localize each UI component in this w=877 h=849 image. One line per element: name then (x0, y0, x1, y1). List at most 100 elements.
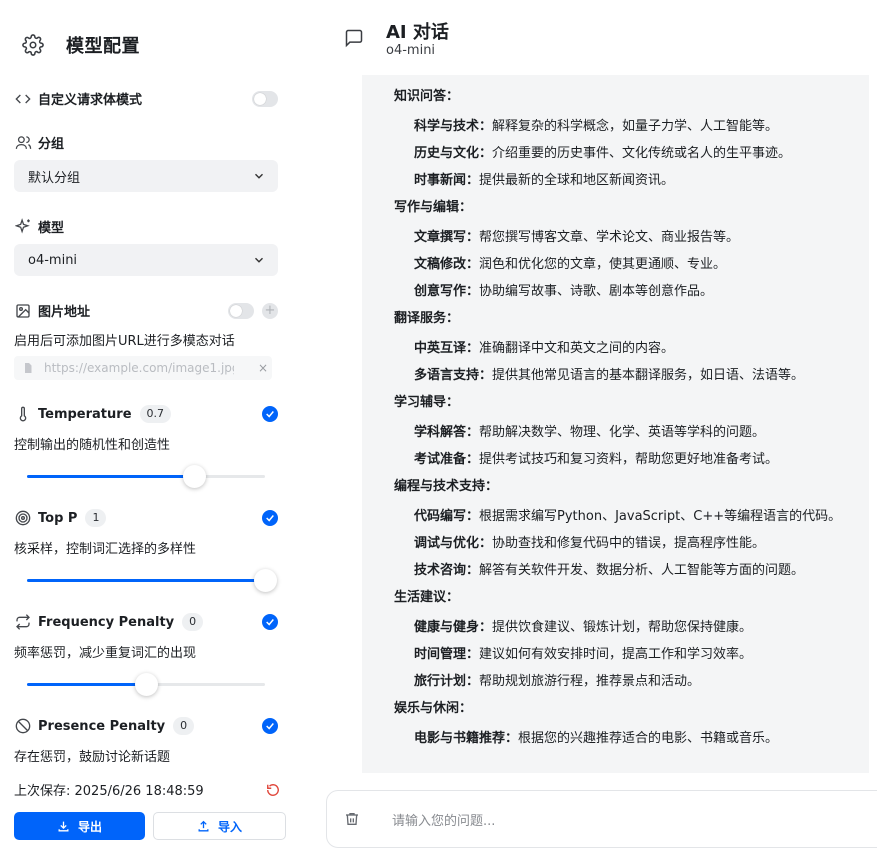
group-select[interactable]: 默认分组 (14, 160, 278, 192)
model-select-value: o4-mini (28, 252, 78, 268)
group-select-value: 默认分组 (28, 170, 81, 186)
model-label: 模型 (38, 221, 65, 236)
frequency-penalty-enabled-check[interactable] (262, 614, 278, 630)
list-item-key: 时间管理： (414, 647, 480, 662)
list-item-text: 帮您撰写博客文章、学术论文、商业报告等。 (479, 230, 740, 245)
list-item: 调试与优化：协助查找和修复代码中的错误，提高程序性能。 (394, 534, 869, 561)
list-item-key: 中英互译： (414, 341, 480, 356)
download-icon (57, 820, 70, 833)
model-select[interactable]: o4-mini (14, 244, 278, 276)
list-item: 电影与书籍推荐：根据您的兴趣推荐适合的电影、书籍或音乐。 (394, 729, 869, 756)
list-item-key: 调试与优化： (414, 536, 493, 551)
file-icon (22, 362, 34, 374)
trash-icon[interactable] (344, 810, 360, 828)
upload-icon (197, 820, 210, 833)
list-item: 考试准备：提供考试技巧和复习资料，帮助您更好地准备考试。 (394, 450, 869, 477)
list-item: 代码编写：根据需求编写Python、JavaScript、C++等编程语言的代码… (394, 507, 869, 534)
section-title: 娱乐与休闲： (394, 701, 473, 716)
list-item-key: 创意写作： (414, 284, 480, 299)
list-item-text: 协助查找和修复代码中的错误，提高程序性能。 (492, 536, 766, 551)
section-title: 编程与技术支持： (394, 479, 499, 494)
custom-body-label: 自定义请求体模式 (38, 93, 143, 108)
temperature-label: Temperature (38, 406, 132, 422)
image-url-label: 图片地址 (38, 305, 91, 320)
chat-input[interactable]: 请输入您的问题... (392, 810, 495, 829)
image-url-row: 图片地址 + (14, 301, 278, 320)
frequency-penalty-desc: 频率惩罚，减少重复词汇的出现 (14, 646, 197, 661)
assistant-message: 知识问答： 科学与技术：解释复杂的科学概念，如量子力学、人工智能等。 历史与文化：介… (362, 75, 869, 773)
section-title: 翻译服务： (394, 311, 460, 326)
list-item: 学科解答：帮助解决数学、物理、化学、英语等学科的问题。 (394, 423, 869, 450)
temperature-slider[interactable] (27, 465, 265, 488)
presence-penalty-row: Presence Penalty 0 (14, 717, 278, 735)
top-p-enabled-check[interactable] (262, 510, 278, 526)
presence-penalty-label: Presence Penalty (38, 718, 166, 734)
temperature-enabled-check[interactable] (262, 406, 278, 422)
frequency-penalty-value-badge: 0 (182, 613, 204, 631)
list-item: 时间管理：建议如何有效安排时间，提高工作和学习效率。 (394, 645, 869, 672)
list-item: 历史与文化：介绍重要的历史事件、文化传统或名人的生平事迹。 (394, 144, 869, 171)
list-item-text: 润色和优化您的文章，使其更通顺、专业。 (479, 257, 727, 272)
top-p-label: Top P (38, 510, 78, 526)
chat-model-name: o4-mini (386, 43, 436, 58)
group-label: 分组 (38, 137, 65, 152)
image-url-toggle[interactable] (228, 302, 254, 319)
export-label: 导出 (77, 819, 102, 834)
image-url-desc: 启用后可添加图片URL进行多模态对话 (14, 334, 235, 349)
top-p-desc: 核采样，控制词汇选择的多样性 (14, 542, 197, 557)
frequency-penalty-slider[interactable] (27, 673, 265, 696)
gear-icon (22, 34, 44, 56)
ban-icon (14, 717, 32, 735)
list-item: 技术咨询：解答有关软件开发、数据分析、人工智能等方面的问题。 (394, 561, 869, 588)
message-square-icon (344, 28, 364, 48)
import-button[interactable]: 导入 (153, 812, 286, 840)
slider-fill (27, 683, 146, 686)
section-title: 知识问答： (394, 89, 460, 104)
slider-fill (27, 579, 265, 582)
slider-fill (27, 475, 194, 478)
thermometer-icon (14, 405, 32, 423)
list-item: 健康与健身：提供饮食建议、锻炼计划，帮助您保持健康。 (394, 618, 869, 645)
frequency-penalty-row: Frequency Penalty 0 (14, 613, 278, 631)
export-button[interactable]: 导出 (14, 812, 145, 840)
list-item-key: 旅行计划： (414, 674, 480, 689)
presence-penalty-enabled-check[interactable] (262, 718, 278, 734)
list-item-key: 时事新闻： (414, 173, 480, 188)
list-item-key: 学科解答： (414, 425, 480, 440)
add-image-button[interactable]: + (262, 302, 278, 319)
slider-handle[interactable] (182, 465, 206, 488)
list-item-text: 根据需求编写Python、JavaScript、C++等编程语言的代码。 (479, 509, 842, 524)
list-item-text: 提供饮食建议、锻炼计划，帮助您保持健康。 (492, 620, 753, 635)
code-icon (14, 90, 32, 108)
presence-penalty-desc: 存在惩罚，鼓励讨论新话题 (14, 750, 171, 765)
list-item-text: 帮助规划旅游行程，推荐景点和活动。 (479, 674, 701, 689)
chevron-down-icon (252, 253, 266, 267)
list-item-text: 解释复杂的科学概念，如量子力学、人工智能等。 (492, 119, 779, 134)
slider-handle[interactable] (135, 673, 158, 696)
custom-body-toggle[interactable] (252, 90, 278, 107)
slider-handle[interactable] (254, 569, 277, 592)
list-item-text: 建议如何有效安排时间，提高工作和学习效率。 (479, 647, 753, 662)
top-p-slider[interactable] (27, 569, 277, 592)
image-url-placeholder: https://example.com/image1.jpg (44, 361, 234, 375)
temperature-desc: 控制输出的随机性和创造性 (14, 438, 171, 453)
temperature-row: Temperature 0.7 (14, 405, 278, 423)
image-url-input[interactable]: https://example.com/image1.jpg × (14, 356, 272, 380)
list-item-text: 介绍重要的历史事件、文化传统或名人的生平事迹。 (492, 146, 792, 161)
section-title: 生活建议： (394, 590, 460, 605)
list-item: 创意写作：协助编写故事、诗歌、剧本等创意作品。 (394, 282, 869, 309)
panel-header: 模型配置 (22, 32, 140, 58)
list-item-key: 历史与文化： (414, 146, 493, 161)
list-item-key: 多语言支持： (414, 368, 493, 383)
top-p-row: Top P 1 (14, 509, 278, 527)
group-row: 分组 (14, 133, 278, 152)
temperature-value-badge: 0.7 (139, 405, 172, 423)
clear-icon[interactable]: × (258, 361, 268, 375)
target-icon (14, 509, 32, 527)
panel-title: 模型配置 (66, 36, 140, 57)
list-item-key: 考试准备： (414, 452, 480, 467)
reset-icon[interactable] (266, 783, 280, 797)
list-item-text: 协助编写故事、诗歌、剧本等创意作品。 (479, 284, 714, 299)
list-item-key: 电影与书籍推荐： (414, 731, 519, 746)
section-title: 写作与编辑： (394, 200, 473, 215)
